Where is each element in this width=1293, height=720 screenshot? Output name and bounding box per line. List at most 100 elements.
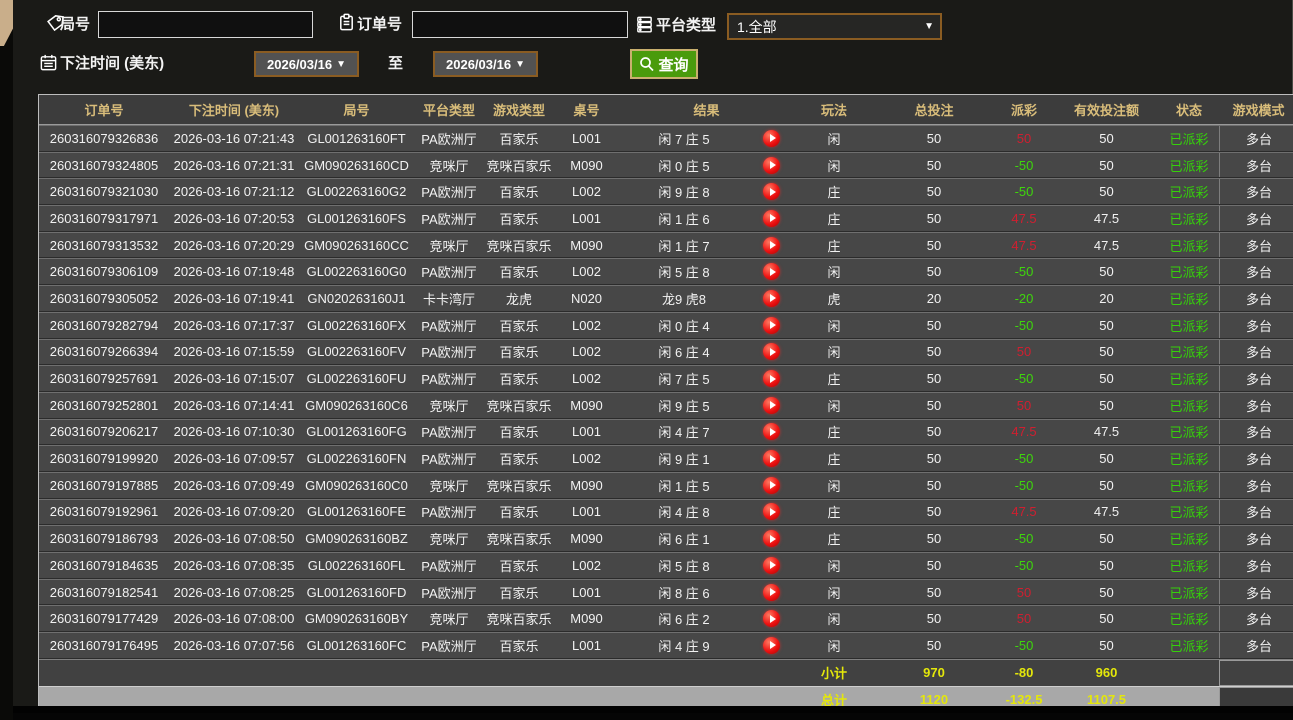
cell-status: 已派彩	[1169, 558, 1209, 574]
cell-game-mode: 多台	[1219, 206, 1293, 231]
cell-game-type: 百家乐	[499, 345, 539, 361]
cell-valid-bet: 50	[1099, 557, 1114, 573]
cell-bet-time: 2026-03-16 07:09:49	[173, 477, 295, 493]
cell-total-bet: 20	[926, 290, 942, 306]
replay-play-icon[interactable]	[763, 316, 780, 334]
cell-play-type: 庄	[827, 372, 841, 388]
cell-bet-time: 2026-03-16 07:17:37	[173, 317, 295, 333]
cell-game-type: 竞咪百家乐	[486, 532, 552, 548]
cell-bet-time: 2026-03-16 07:15:59	[173, 344, 295, 360]
cell-payout: -50	[1014, 477, 1034, 493]
table-row: 260316079313532 2026-03-16 07:20:29 GM09…	[39, 231, 1293, 259]
replay-play-icon[interactable]	[763, 156, 780, 174]
replay-play-icon[interactable]	[763, 236, 780, 254]
cell-order-id: 260316079182541	[49, 584, 159, 600]
cell-replay	[749, 473, 794, 498]
cell-game-type: 百家乐	[499, 318, 539, 334]
cell-round-id: GL001263160FC	[306, 637, 407, 653]
cell-round-id: GL002263160G0	[306, 264, 407, 280]
cell-result: 闲 5 庄 8	[658, 265, 710, 281]
cell-result: 闲 4 庄 7	[658, 425, 710, 441]
cell-valid-bet: 50	[1099, 637, 1114, 653]
cell-game-mode: 多台	[1219, 152, 1293, 178]
replay-play-icon[interactable]	[763, 423, 780, 441]
cell-game-type: 竞咪百家乐	[486, 238, 552, 254]
replay-play-icon[interactable]	[763, 556, 780, 574]
cell-status: 已派彩	[1169, 318, 1209, 334]
cell-bet-time: 2026-03-16 07:19:48	[173, 264, 295, 280]
cell-total-bet: 50	[926, 397, 942, 413]
cell-valid-bet: 50	[1099, 397, 1114, 413]
cell-game-type: 竞咪百家乐	[486, 612, 552, 628]
cell-round-id: GL002263160FL	[307, 557, 406, 573]
cell-result: 闲 6 庄 2	[658, 612, 710, 628]
replay-play-icon[interactable]	[763, 610, 780, 628]
cell-round-id: GL001263160FT	[307, 130, 406, 146]
search-button[interactable]: 查询	[630, 49, 698, 79]
platform-type-select[interactable]: 1.全部 ▼	[727, 13, 942, 40]
cell-bet-time: 2026-03-16 07:08:25	[173, 584, 295, 600]
replay-play-icon[interactable]	[763, 289, 780, 307]
table-header-row: 订单号 下注时间 (美东) 局号 平台类型 游戏类型 桌号 结果 玩法 总投注 …	[39, 95, 1293, 125]
table-row: 260316079177429 2026-03-16 07:08:00 GM09…	[39, 605, 1293, 633]
cell-round-id: GL001263160FD	[306, 584, 407, 600]
cell-table-no: M090	[570, 477, 603, 493]
cell-game-type: 百家乐	[499, 585, 539, 601]
cell-result: 闲 8 庄 6	[658, 585, 710, 601]
cell-bet-time: 2026-03-16 07:15:07	[173, 371, 295, 387]
table-row: 260316079317971 2026-03-16 07:20:53 GL00…	[39, 205, 1293, 232]
cell-table-no: M090	[570, 397, 603, 413]
replay-play-icon[interactable]	[763, 503, 780, 521]
replay-play-icon[interactable]	[763, 583, 780, 601]
cell-bet-time: 2026-03-16 07:09:57	[173, 451, 295, 467]
replay-play-icon[interactable]	[763, 396, 780, 414]
cell-game-type: 百家乐	[499, 185, 539, 201]
replay-play-icon[interactable]	[763, 530, 780, 548]
date-to-select[interactable]: 2026/03/16 ▼	[433, 51, 538, 77]
panel-collapse-handle[interactable]	[0, 0, 13, 46]
cell-valid-bet: 47.5	[1093, 237, 1120, 253]
cell-platform-type: 竞咪厅	[429, 238, 469, 254]
cell-payout: 50	[1016, 611, 1032, 627]
replay-play-icon[interactable]	[763, 450, 780, 468]
replay-play-icon[interactable]	[763, 370, 780, 388]
replay-play-icon[interactable]	[763, 263, 780, 281]
cell-play-type: 闲	[827, 478, 841, 494]
cell-table-no: M090	[570, 611, 603, 627]
round-id-input[interactable]	[98, 11, 313, 38]
cell-game-mode: 多台	[1219, 606, 1293, 632]
cell-bet-time: 2026-03-16 07:19:41	[173, 290, 295, 306]
cell-replay	[749, 126, 794, 151]
replay-play-icon[interactable]	[763, 209, 780, 227]
header-payout: 派彩	[1010, 103, 1037, 118]
replay-play-icon[interactable]	[763, 129, 780, 147]
cell-status: 已派彩	[1169, 612, 1209, 628]
cell-play-type: 闲	[827, 265, 841, 281]
table-row: 260316079266394 2026-03-16 07:15:59 GL00…	[39, 338, 1293, 366]
replay-play-icon[interactable]	[763, 476, 780, 494]
table-row: 260316079321030 2026-03-16 07:21:12 GL00…	[39, 178, 1293, 206]
header-game-mode: 游戏模式	[1232, 103, 1285, 118]
date-from-select[interactable]: 2026/03/16 ▼	[254, 51, 359, 77]
cell-platform-type: 竞咪厅	[429, 158, 469, 174]
cell-total-bet: 50	[926, 451, 942, 467]
cell-replay	[749, 179, 794, 204]
replay-play-icon[interactable]	[763, 183, 780, 201]
platform-type-label: 平台类型	[656, 17, 717, 34]
cell-result: 闲 7 庄 5	[658, 131, 710, 147]
cell-total-bet: 50	[926, 184, 942, 200]
cell-play-type: 闲	[827, 612, 841, 628]
replay-play-icon[interactable]	[763, 343, 780, 361]
cell-order-id: 260316079199920	[49, 451, 159, 467]
cell-order-id: 260316079176495	[49, 637, 159, 653]
header-game-type: 游戏类型	[492, 103, 545, 118]
cell-round-id: GL001263160FG	[306, 424, 407, 440]
cell-table-no: L001	[572, 504, 601, 520]
platform-type-value: 1.全部	[737, 18, 777, 35]
cell-play-type: 庄	[827, 505, 841, 521]
cell-total-bet: 50	[926, 477, 942, 493]
cell-bet-time: 2026-03-16 07:20:53	[173, 210, 295, 226]
order-id-input[interactable]	[412, 11, 628, 38]
replay-play-icon[interactable]	[763, 636, 780, 654]
cell-payout: -50	[1014, 317, 1034, 333]
